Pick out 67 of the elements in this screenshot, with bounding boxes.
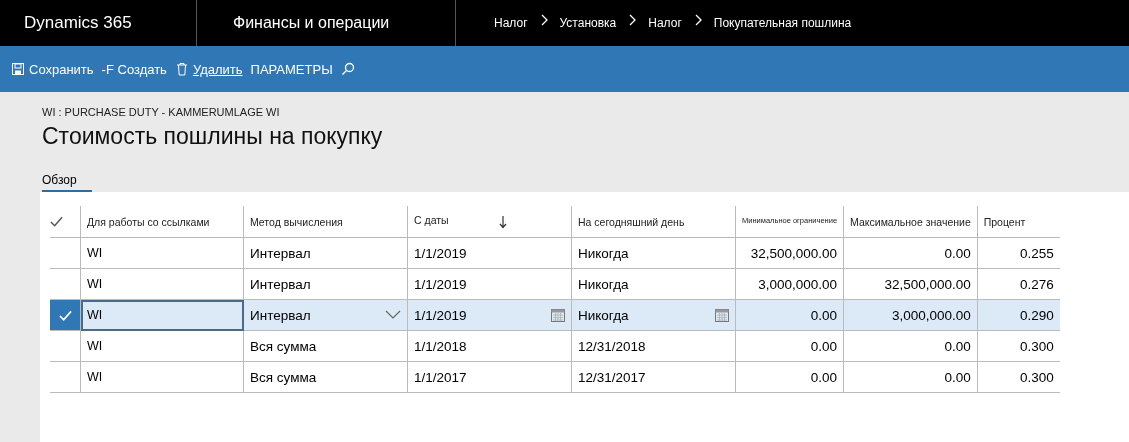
checkmark-icon <box>58 310 72 323</box>
row-selector[interactable] <box>50 299 81 331</box>
calendar-icon[interactable] <box>715 308 729 322</box>
table-cell: WI <box>87 308 103 322</box>
table-cell: WI <box>87 370 103 384</box>
calendar-icon[interactable] <box>551 308 565 322</box>
table-cell: 0.290 <box>1019 307 1054 323</box>
table-cell: 12/31/2017 <box>578 369 646 385</box>
column-header[interactable]: Для работы со ссылками <box>87 215 210 228</box>
table-cell: Интервал <box>250 307 311 323</box>
breadcrumb-link[interactable]: Налог <box>644 16 686 30</box>
row-selector[interactable] <box>50 268 81 300</box>
table-cell: 0.276 <box>1019 276 1054 292</box>
table-cell: 0.00 <box>944 245 971 261</box>
chevron-icon <box>693 14 702 26</box>
table-cell: 3,000,000.00 <box>891 307 971 323</box>
select-all-icon[interactable] <box>50 216 63 229</box>
dropdown-icon[interactable] <box>385 310 401 320</box>
table-cell: 0.00 <box>810 369 838 385</box>
table-cell: Интервал <box>250 276 311 292</box>
save-icon <box>11 62 25 76</box>
table-cell: WI <box>87 339 103 353</box>
table-cell: Никогда <box>578 307 629 323</box>
search-icon <box>340 62 355 76</box>
chevron-icon <box>628 14 637 26</box>
table-cell: 3,000,000.00 <box>758 276 838 292</box>
table-cell: Никогда <box>578 276 629 292</box>
column-header[interactable]: Процент <box>983 215 1026 228</box>
table-cell: 0.00 <box>944 369 971 385</box>
table-cell: 0.00 <box>810 338 838 354</box>
table-cell: 0.00 <box>810 307 838 323</box>
trash-icon <box>174 62 189 76</box>
breadcrumb-link[interactable]: Налог <box>490 16 532 30</box>
table-cell: 1/1/2019 <box>414 307 467 323</box>
save-button[interactable]: Сохранить <box>8 57 97 81</box>
table-cell: 1/1/2019 <box>414 245 467 261</box>
table-cell: 0.300 <box>1019 369 1054 385</box>
table-cell: 1/1/2018 <box>414 338 467 354</box>
table-cell: Вся сумма <box>250 338 317 354</box>
column-header[interactable]: Максимальное значение <box>850 215 971 228</box>
table-cell: 1/1/2019 <box>414 276 467 292</box>
row-selector[interactable] <box>50 237 81 269</box>
column-header[interactable]: На сегодняшний день <box>578 215 685 228</box>
row-selector[interactable] <box>50 330 81 362</box>
chevron-icon <box>539 14 548 26</box>
column-header[interactable]: Метод вычисления <box>250 215 343 228</box>
table-cell: Никогда <box>578 245 629 261</box>
table-cell: WI <box>87 277 103 291</box>
record-caption: WI : PURCHASE DUTY - KAMMERUMLAGE WI <box>42 106 281 118</box>
breadcrumb-link[interactable]: Установка <box>555 16 621 30</box>
delete-button[interactable]: Удалить <box>171 57 246 81</box>
new-button[interactable]: -F Создать <box>98 57 170 81</box>
column-header[interactable]: С даты <box>414 214 449 227</box>
table-cell: 1/1/2017 <box>414 369 467 385</box>
breadcrumb-link[interactable]: Покупательная пошлина <box>709 16 856 30</box>
table-cell: WI <box>87 246 103 260</box>
table-cell: 12/31/2018 <box>578 338 646 354</box>
table-cell: 0.255 <box>1019 245 1054 261</box>
page-title: Стоимость пошлины на покупку <box>42 123 384 150</box>
row-selector[interactable] <box>50 361 81 393</box>
table-cell: 32,500,000.00 <box>884 276 971 292</box>
table-cell: Вся сумма <box>250 369 317 385</box>
table-cell: 0.300 <box>1019 338 1054 354</box>
options-button[interactable]: ПАРАМЕТРЫ <box>247 57 336 81</box>
table-cell: 0.00 <box>944 338 971 354</box>
table-cell: 32,500,000.00 <box>750 245 838 261</box>
table-cell: Интервал <box>250 245 311 261</box>
